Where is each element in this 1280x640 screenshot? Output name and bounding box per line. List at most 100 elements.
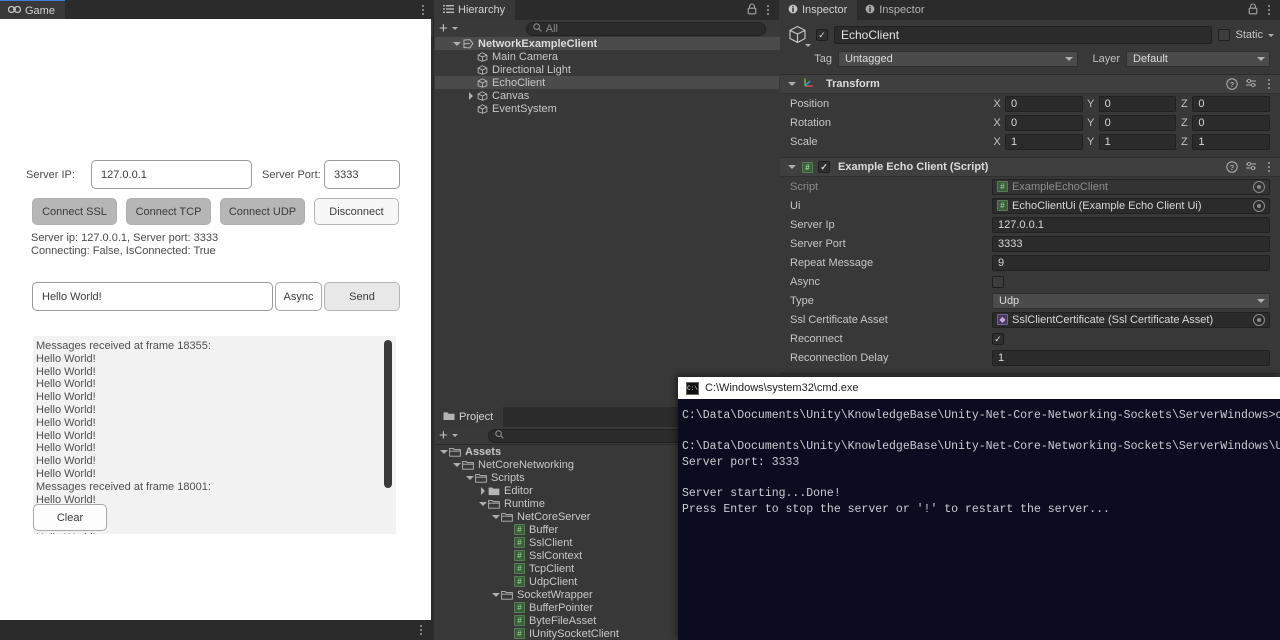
hierarchy-item-canvas[interactable]: Canvas [435,89,779,102]
connect-ssl-button[interactable]: Connect SSL [32,198,117,225]
connect-udp-button[interactable]: Connect UDP [220,198,305,225]
chevron-down-icon[interactable] [477,502,488,506]
scale-z-input[interactable]: 1 [1192,133,1271,150]
echo-client-menu-icon[interactable] [1264,160,1274,174]
hierarchy-item-directional-light[interactable]: Directional Light [435,63,779,76]
ui-object-field[interactable]: # EchoClientUi (Example Echo Client Ui) [992,197,1270,214]
server-ip-input[interactable]: 127.0.0.1 [992,216,1270,233]
field-label: Async [790,275,820,288]
hierarchy-search-input[interactable]: All [525,21,766,36]
cmd-titlebar[interactable]: C:\ C:\Windows\system32\cmd.exe [678,377,1280,399]
log-line: Hello World! [36,532,396,534]
axis-label-x: X [993,116,1001,129]
tab-project[interactable]: Project [435,407,504,427]
gameobject-name-input[interactable]: EchoClient [834,26,1213,44]
game-render-surface[interactable]: Server IP: 127.0.0.1 Server Port: 3333 C… [0,19,431,620]
rotation-y-input[interactable]: 0 [1098,114,1177,131]
position-x-input[interactable]: 0 [1005,95,1083,112]
log-scrollbar-thumb[interactable] [384,340,392,488]
echo-client-component-header[interactable]: # ✓ Example Echo Client (Script) ? [780,157,1280,177]
chevron-down-icon[interactable] [464,476,475,480]
folder-open-icon [501,512,513,522]
object-picker-icon[interactable] [1253,180,1265,193]
tab-inspector-2[interactable]: Inspector [857,0,934,20]
transform-menu-icon[interactable] [1264,77,1274,91]
server-ip-input[interactable]: 127.0.0.1 [91,160,252,189]
create-chevron-icon[interactable] [451,434,458,437]
hierarchy-item-main-camera[interactable]: Main Camera [435,50,779,63]
gameobject-icon [476,51,489,62]
preset-icon[interactable] [1245,78,1257,90]
chevron-down-icon[interactable] [451,463,462,467]
type-dropdown[interactable]: Udp [992,292,1270,309]
chevron-down-icon[interactable] [490,593,501,597]
axis-label-x: X [993,97,1001,110]
async-button[interactable]: Async [275,282,322,311]
chevron-down-icon[interactable] [490,515,501,519]
add-gameobject-icon[interactable]: + [439,21,448,36]
project-item-label: SslContext [529,549,583,562]
tag-dropdown[interactable]: Untagged [838,51,1078,67]
chevron-down-icon[interactable] [451,42,462,46]
add-chevron-icon[interactable] [451,27,458,30]
send-button[interactable]: Send [324,282,400,311]
echo-client-foldout-icon[interactable] [786,165,797,169]
command-prompt-window[interactable]: C:\ C:\Windows\system32\cmd.exe C:\Data\… [678,377,1280,640]
hierarchy-item-label: EchoClient [492,76,546,89]
log-scrollbar[interactable] [384,340,392,530]
game-menu-icon[interactable] [418,3,428,17]
repeat-message-input[interactable]: 9 [992,254,1270,271]
echo-client-enabled-checkbox[interactable]: ✓ [818,161,830,173]
server-port-input[interactable]: 3333 [324,160,400,189]
async-checkbox[interactable] [992,275,1004,288]
folder-open-icon [449,447,461,457]
create-asset-icon[interactable]: + [439,428,448,443]
hierarchy-item-label: Canvas [492,89,530,102]
tab-game[interactable]: Game [0,0,65,20]
static-group[interactable]: Static [1218,29,1274,41]
reconnect-checkbox[interactable]: ✓ [992,332,1004,345]
layer-dropdown[interactable]: Default [1126,51,1270,67]
lock-icon[interactable] [1248,2,1258,18]
static-checkbox[interactable] [1218,29,1231,41]
rotation-z-input[interactable]: 0 [1192,114,1271,131]
ssl-certificate-asset-object-field[interactable]: ◆ SslClientCertificate (Ssl Certificate A… [992,311,1270,328]
axis-label-z: Z [1180,135,1188,148]
script-object-field[interactable]: # ExampleEchoClient [992,178,1270,195]
object-picker-icon[interactable] [1253,199,1265,212]
help-icon[interactable]: ? [1226,161,1238,173]
transform-component-header[interactable]: Transform ? [780,74,1280,94]
chevron-down-icon [1257,298,1265,303]
message-input[interactable]: Hello World! [32,282,273,311]
transform-foldout-icon[interactable] [786,82,797,86]
scale-y-input[interactable]: 1 [1098,133,1177,150]
hierarchy-item-eventsystem[interactable]: EventSystem [435,102,779,115]
hierarchy-menu-icon[interactable] [763,3,773,17]
server-port-input[interactable]: 3333 [992,235,1270,252]
lock-icon[interactable] [747,2,757,18]
object-picker-icon[interactable] [1253,313,1265,326]
position-z-input[interactable]: 0 [1192,95,1271,112]
reconnection-delay-input[interactable]: 1 [992,349,1270,366]
chevron-down-icon[interactable] [438,450,449,454]
inspector-menu-icon[interactable] [1264,3,1274,17]
chevron-right-icon[interactable] [465,92,476,100]
script-icon: # [514,537,525,548]
rotation-x-input[interactable]: 0 [1005,114,1083,131]
position-y-input[interactable]: 0 [1098,95,1177,112]
hierarchy-item-echoclient[interactable]: EchoClient [435,76,779,89]
inspector-tabbar: Inspector Inspector [780,0,1280,20]
gameobject-enabled-checkbox[interactable]: ✓ [816,29,828,41]
static-chevron-icon[interactable] [1268,33,1274,37]
connect-tcp-button[interactable]: Connect TCP [126,198,211,225]
disconnect-button[interactable]: Disconnect [314,198,399,225]
preset-icon[interactable] [1245,161,1257,173]
scale-x-input[interactable]: 1 [1005,133,1083,150]
help-icon[interactable]: ? [1226,78,1238,90]
project-item-label: NetCoreNetworking [478,458,574,471]
tab-inspector[interactable]: Inspector [780,0,858,20]
game-bottom-menu-icon[interactable] [416,623,426,637]
chevron-right-icon[interactable] [477,487,488,495]
clear-button[interactable]: Clear [33,504,107,531]
tab-hierarchy[interactable]: Hierarchy [435,0,516,20]
